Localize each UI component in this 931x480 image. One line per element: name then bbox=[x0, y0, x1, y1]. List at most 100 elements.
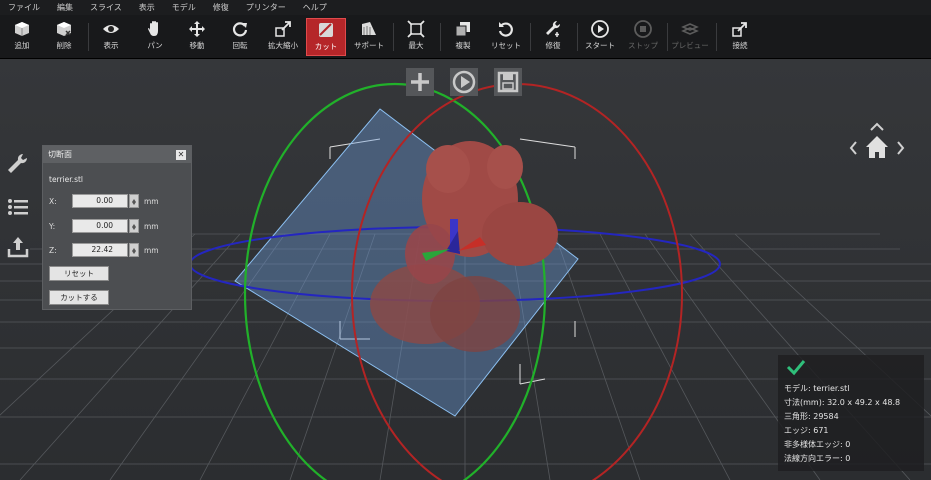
delete-button[interactable]: 削除 bbox=[44, 18, 84, 56]
toolbar-separator bbox=[440, 23, 441, 51]
add-view-button[interactable] bbox=[406, 68, 434, 96]
nav-right-icon bbox=[897, 141, 905, 155]
rotate-label: 回転 bbox=[232, 41, 248, 50]
connect-icon bbox=[732, 22, 747, 37]
menu-printer[interactable]: プリンター bbox=[238, 2, 295, 13]
repair-button[interactable]: 修復 bbox=[533, 18, 573, 56]
maximize-icon bbox=[407, 20, 425, 38]
connect-label: 接続 bbox=[732, 41, 748, 50]
rotate-button[interactable]: 回転 bbox=[220, 18, 260, 56]
stop-button[interactable]: ストップ bbox=[623, 18, 663, 56]
info-edges: エッジ: 671 bbox=[784, 426, 829, 435]
home-icon bbox=[866, 136, 888, 158]
wrench-icon bbox=[546, 20, 561, 37]
menu-edit[interactable]: 編集 bbox=[49, 2, 82, 13]
panel-reset-button[interactable]: リセット bbox=[49, 266, 109, 281]
toolbar-separator bbox=[530, 23, 531, 51]
connect-button[interactable]: 接続 bbox=[720, 18, 760, 56]
stop-label: ストップ bbox=[628, 41, 658, 50]
z-spinner[interactable] bbox=[129, 243, 139, 257]
cut-plane-panel: 切断面 ✕ terrier.stl X: 0.00 mm Y: 0.00 mm … bbox=[42, 145, 192, 310]
rotate-icon bbox=[232, 22, 248, 37]
repair-label: 修復 bbox=[545, 41, 561, 50]
wrench-icon bbox=[8, 153, 28, 173]
delete-cube-icon bbox=[57, 22, 71, 36]
support-button[interactable]: サポート bbox=[349, 18, 389, 56]
move-arrows-icon bbox=[189, 21, 205, 37]
toolbar-separator bbox=[667, 23, 668, 51]
y-spinner[interactable] bbox=[129, 219, 139, 233]
pan-label: パン bbox=[147, 41, 163, 50]
perform-cut-button[interactable]: カットする bbox=[49, 290, 109, 305]
panel-header: 切断面 ✕ bbox=[43, 146, 191, 163]
x-spinner[interactable] bbox=[129, 194, 139, 208]
eye-icon bbox=[103, 25, 119, 33]
save-icon bbox=[497, 71, 519, 93]
play-view-button[interactable] bbox=[450, 68, 478, 96]
nav-left-icon bbox=[849, 141, 857, 155]
max-button[interactable]: 最大 bbox=[396, 18, 436, 56]
move-button[interactable]: 移動 bbox=[177, 18, 217, 56]
upload-side-button[interactable] bbox=[6, 235, 30, 259]
add-button[interactable]: 追加 bbox=[2, 18, 42, 56]
save-view-button[interactable] bbox=[494, 68, 522, 96]
3d-viewport[interactable]: 切断面 ✕ terrier.stl X: 0.00 mm Y: 0.00 mm … bbox=[0, 59, 931, 480]
info-model: モデル: terrier.stl bbox=[784, 384, 850, 393]
list-icon bbox=[8, 199, 28, 215]
toolbar-separator bbox=[393, 23, 394, 51]
reset-label: リセット bbox=[491, 41, 521, 50]
start-label: スタート bbox=[585, 41, 615, 50]
menu-slice[interactable]: スライス bbox=[82, 2, 131, 13]
add-cube-icon bbox=[15, 22, 29, 36]
stop-circle-icon bbox=[634, 20, 652, 38]
support-icon bbox=[362, 22, 376, 35]
toolbar-separator bbox=[716, 23, 717, 51]
pan-button[interactable]: パン bbox=[135, 18, 175, 56]
layers-icon bbox=[681, 23, 699, 35]
play-circle-icon bbox=[452, 70, 476, 94]
move-label: 移動 bbox=[189, 41, 205, 50]
close-icon[interactable]: ✕ bbox=[176, 149, 186, 160]
home-navigation-icon bbox=[849, 122, 905, 158]
preview-button[interactable]: プレビュー bbox=[670, 18, 710, 56]
view-button[interactable]: 表示 bbox=[91, 18, 131, 56]
z-label: Z: bbox=[49, 246, 57, 255]
preview-label: プレビュー bbox=[671, 41, 709, 50]
max-label: 最大 bbox=[408, 41, 424, 50]
plus-icon bbox=[411, 73, 429, 91]
info-triangles: 三角形: 29584 bbox=[784, 412, 839, 421]
menu-help[interactable]: ヘルプ bbox=[295, 2, 336, 13]
list-side-button[interactable] bbox=[6, 195, 30, 219]
view-label: 表示 bbox=[103, 41, 119, 50]
menu-view[interactable]: 表示 bbox=[131, 2, 164, 13]
support-label: サポート bbox=[354, 41, 384, 50]
reset-icon bbox=[498, 22, 513, 37]
copy-label: 複製 bbox=[455, 41, 471, 50]
toolbar-separator bbox=[577, 23, 578, 51]
menu-model[interactable]: モデル bbox=[164, 2, 205, 13]
menu-bar: ファイル 編集 スライス 表示 モデル 修復 プリンター ヘルプ bbox=[0, 0, 931, 15]
copy-button[interactable]: 複製 bbox=[443, 18, 483, 56]
info-normal-errors: 法線方向エラー: 0 bbox=[784, 454, 851, 463]
scale-button[interactable]: 拡大縮小 bbox=[263, 18, 303, 56]
y-input[interactable]: 0.00 bbox=[72, 219, 128, 233]
delete-label: 削除 bbox=[56, 41, 72, 50]
x-unit: mm bbox=[144, 197, 159, 206]
z-input[interactable]: 22.42 bbox=[72, 243, 128, 257]
menu-repair[interactable]: 修復 bbox=[205, 2, 238, 13]
x-input[interactable]: 0.00 bbox=[72, 194, 128, 208]
cut-button[interactable]: カット bbox=[306, 18, 346, 56]
model-filename: terrier.stl bbox=[49, 175, 83, 184]
repair-side-button[interactable] bbox=[6, 152, 30, 176]
start-button[interactable]: スタート bbox=[580, 18, 620, 56]
toolbar: 追加 削除 表示 パン 移動 回転 拡大縮小 カット サポート 最大 複製 リセ… bbox=[0, 15, 931, 59]
scale-label: 拡大縮小 bbox=[268, 41, 298, 50]
reset-button[interactable]: リセット bbox=[486, 18, 526, 56]
upload-icon bbox=[7, 237, 29, 258]
info-dimensions: 寸法(mm): 32.0 x 49.2 x 48.8 bbox=[784, 398, 901, 407]
y-unit: mm bbox=[144, 222, 159, 231]
menu-file[interactable]: ファイル bbox=[0, 2, 49, 13]
nav-up-icon bbox=[870, 122, 884, 131]
copy-icon bbox=[455, 22, 470, 37]
x-label: X: bbox=[49, 197, 57, 206]
